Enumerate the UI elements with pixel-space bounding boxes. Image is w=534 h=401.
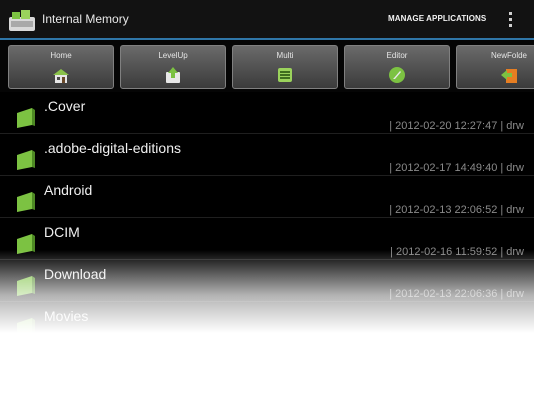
folder-icon — [17, 276, 35, 296]
file-row[interactable]: .adobe-digital-editions | 2012-02-17 14:… — [0, 135, 534, 176]
editor-button[interactable]: Editor — [344, 45, 450, 89]
overflow-menu-icon[interactable] — [504, 10, 516, 30]
file-meta: | 2012-02-13 22:06:36 | drw — [389, 288, 524, 300]
level-up-button[interactable]: LevelUp — [120, 45, 226, 89]
folder-icon — [17, 234, 35, 254]
page-title: Internal Memory — [42, 12, 129, 26]
file-meta: | 2012-02-20 12:27:47 | drw — [389, 120, 524, 132]
multi-button[interactable]: Multi — [232, 45, 338, 89]
new-folder-icon — [501, 69, 517, 83]
folder-icon — [17, 150, 35, 170]
folder-icon — [17, 192, 35, 212]
multi-label: Multi — [276, 51, 294, 60]
file-meta: | 2012-02-13 22:06:52 | drw — [389, 204, 524, 216]
file-name: .adobe-digital-editions — [44, 140, 181, 156]
file-name: Download — [44, 266, 107, 282]
manage-applications-button[interactable]: MANAGE APPLICATIONS — [388, 14, 486, 23]
app-icon[interactable] — [8, 8, 36, 32]
editor-icon — [389, 67, 405, 83]
file-list: .Cover | 2012-02-20 12:27:47 | drw .adob… — [0, 93, 534, 401]
file-name: DCIM — [44, 224, 80, 240]
file-meta: | 2012-02-16 11:59:52 | drw — [390, 246, 524, 258]
file-row[interactable]: Android | 2012-02-13 22:06:52 | drw — [0, 177, 534, 218]
multi-select-icon — [278, 68, 292, 82]
file-meta: | 2012-02-13 22:06:36 | drw — [389, 330, 524, 342]
file-meta: | 2012-02-17 14:49:40 | drw — [389, 162, 524, 174]
level-up-label: LevelUp — [158, 51, 188, 60]
file-row[interactable]: DCIM | 2012-02-16 11:59:52 | drw — [0, 219, 534, 260]
home-button[interactable]: Home — [8, 45, 114, 89]
file-name: .Cover — [44, 98, 86, 114]
editor-label: Editor — [386, 51, 408, 60]
file-row[interactable]: Movies | 2012-02-13 22:06:36 | drw — [0, 303, 534, 344]
folder-icon — [17, 108, 35, 128]
file-name: Movies — [44, 308, 89, 324]
home-icon — [53, 69, 69, 83]
level-up-icon — [166, 67, 180, 83]
toolbar: Home LevelUp Multi Editor NewFolde — [0, 40, 534, 92]
file-name: Android — [44, 182, 93, 198]
new-folder-button[interactable]: NewFolde — [456, 45, 534, 89]
new-folder-label: NewFolde — [490, 51, 527, 60]
file-row[interactable]: Download | 2012-02-13 22:06:36 | drw — [0, 261, 534, 302]
home-label: Home — [50, 51, 72, 60]
file-row[interactable]: .Cover | 2012-02-20 12:27:47 | drw — [0, 93, 534, 134]
folder-icon — [17, 318, 35, 338]
action-bar: Internal Memory MANAGE APPLICATIONS — [0, 0, 534, 40]
